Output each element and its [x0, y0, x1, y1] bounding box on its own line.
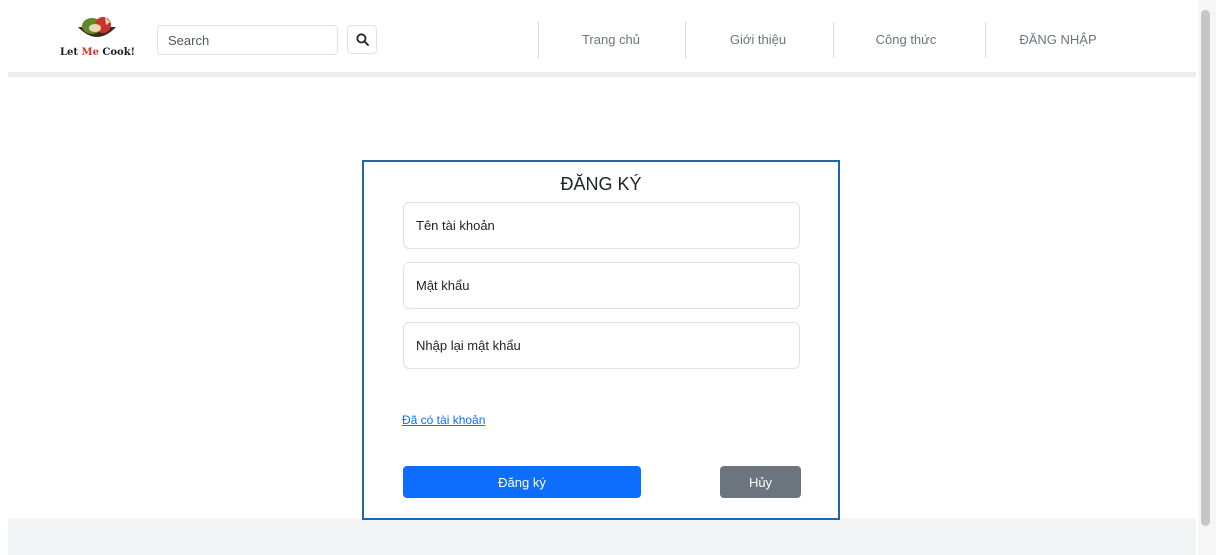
have-account-link[interactable]: Đã có tài khoản	[402, 413, 485, 427]
page-title: ĐĂNG KÝ	[560, 174, 642, 194]
register-card: ĐĂNG KÝ Đã có tài khoản Đăng ký Hủy	[362, 160, 840, 520]
logo[interactable]: Let Me Cook!	[60, 13, 136, 61]
search-icon	[355, 33, 369, 46]
logo-bowl-icon	[78, 17, 116, 37]
search-input[interactable]	[157, 25, 338, 55]
nav-home[interactable]: Trang chủ	[538, 32, 684, 47]
username-input[interactable]	[403, 202, 800, 249]
nav-about[interactable]: Giới thiệu	[685, 32, 831, 47]
cancel-button[interactable]: Hủy	[720, 466, 801, 498]
search-button[interactable]	[347, 25, 377, 54]
top-navbar: Let Me Cook! Trang chủ Giới thiệu Công t…	[8, 0, 1196, 77]
logo-text: Let Me Cook!	[60, 47, 136, 58]
scrollbar-thumb[interactable]	[1201, 10, 1210, 526]
nav-login[interactable]: ĐĂNG NHẬP	[985, 32, 1131, 47]
nav-recipes[interactable]: Công thức	[833, 32, 979, 47]
confirm-password-input[interactable]	[403, 322, 800, 369]
register-button[interactable]: Đăng ký	[403, 466, 641, 498]
password-input[interactable]	[403, 262, 800, 309]
footer-band	[8, 518, 1196, 555]
